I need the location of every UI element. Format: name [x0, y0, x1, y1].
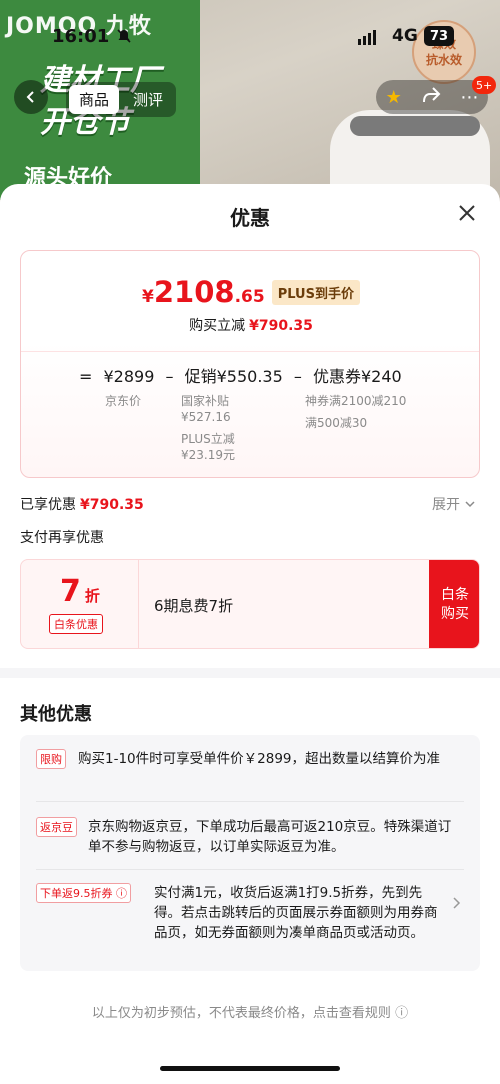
baitiao-discount-number: 7 [60, 574, 81, 609]
enjoyed-value: ¥790.35 [80, 497, 144, 513]
rules-note[interactable]: 以上仅为初步预估，不代表最终价格，点击查看规则 ⓘ [0, 1002, 500, 1021]
expand-button[interactable]: 展开 [432, 494, 476, 514]
close-icon [459, 205, 475, 221]
baitiao-offer-card[interactable]: 7折 白条优惠 6期息费7折 白条 购买 [20, 559, 480, 649]
info-icon: ⓘ [395, 1006, 409, 1021]
section-separator [0, 668, 500, 678]
divider [36, 801, 464, 802]
message-badge: 5+ [472, 76, 497, 94]
formula-equals: = [79, 367, 93, 386]
mute-bell-icon [116, 28, 132, 48]
close-button[interactable] [454, 200, 480, 226]
tab-product[interactable]: 商品 [69, 85, 120, 114]
formula-minus: – [165, 367, 174, 386]
discount-sheet: 优惠 ¥ 2108 .65 PLUS到手价 购买立减 ¥790.35 = ¥289… [0, 184, 500, 1084]
base-price-label: 京东价 [105, 394, 142, 408]
coupon-return-text: 实付满1元，收货后返满1打9.5折券，先到先得。若点击跳转后的页面展示券面额则为… [154, 885, 438, 941]
rules-note-text: 以上仅为初步预估，不代表最终价格，点击查看规则 [91, 1006, 391, 1021]
formula-coupon: 优惠券¥240 [312, 367, 402, 386]
purchase-limit-tag: 限购 [36, 749, 66, 769]
divider [36, 869, 464, 870]
instant-reduce-value: ¥790.35 [249, 318, 313, 334]
baitiao-tag: 白条优惠 [49, 614, 103, 634]
back-button[interactable] [14, 80, 48, 114]
tab-review[interactable]: 测评 [123, 85, 173, 114]
other-discounts-title: 其他优惠 [20, 704, 92, 725]
enjoyed-label: 已享优惠 [20, 497, 76, 513]
promo-detail: 国家补贴 ¥527.16 PLUS立减 ¥23.19元 [181, 393, 235, 463]
purchase-limit-text: 购买1-10件时可享受单件价￥2899，超出数量以结算价为准 [78, 751, 440, 767]
chevron-right-icon[interactable] [451, 895, 461, 914]
share-icon[interactable] [421, 86, 441, 109]
baitiao-buy-button[interactable]: 白条 购买 [429, 560, 479, 648]
battery-indicator: 73 [424, 26, 454, 46]
instant-reduce-label: 购买立减 [189, 318, 246, 334]
jingdou-text: 京东购物返京豆，下单成功后最高可返210京豆。特殊渠道订单不参与购物返豆，以订单… [88, 819, 452, 855]
enjoyed-discount: 已享优惠 ¥790.35 [20, 494, 144, 514]
divider [21, 351, 479, 352]
expand-label: 展开 [432, 497, 460, 513]
plus-price-tag: PLUS到手价 [271, 280, 360, 305]
price-currency: ¥ [142, 287, 154, 307]
baitiao-discount: 7折 [21, 574, 139, 609]
formula-base-price: ¥2899 [103, 367, 155, 386]
instant-reduce: 购买立减 ¥790.35 [21, 315, 479, 335]
status-time: 16:01 [52, 26, 110, 47]
jingdou-tag: 返京豆 [36, 817, 77, 837]
baitiao-offer-text: 6期息费7折 [154, 597, 234, 615]
price-formula: = ¥2899 – 促销¥550.35 – 优惠券¥240 [79, 363, 408, 387]
coupon-return-tag-label: 下单返9.5折券 [40, 887, 113, 900]
promo-plus-value: ¥23.19元 [181, 448, 235, 462]
network-type: 4G [392, 26, 418, 46]
payment-discount-title: 支付再享优惠 [20, 530, 104, 546]
other-discounts-list: 限购 购买1-10件时可享受单件价￥2899，超出数量以结算价为准 返京豆 京东… [20, 735, 480, 971]
baitiao-discount-unit: 折 [84, 587, 100, 605]
price-breakdown-card: ¥ 2108 .65 PLUS到手价 购买立减 ¥790.35 = ¥2899 –… [20, 250, 480, 478]
promo-subsidy-value: ¥527.16 [181, 410, 231, 424]
sheet-title: 优惠 [230, 206, 270, 230]
product-image-lid [350, 116, 480, 136]
chevron-left-icon [26, 91, 34, 103]
coupon-detail: 神券满2100减210 满500减30 [305, 393, 406, 431]
coupon-detail-2: 满500减30 [305, 416, 368, 430]
signal-icon [358, 30, 376, 45]
price-integer: 2108 [153, 275, 235, 309]
formula-minus: – [293, 367, 302, 386]
promo-subsidy-name: 国家补贴 [181, 394, 230, 408]
favorite-star-icon[interactable]: ★ [386, 87, 402, 108]
info-icon[interactable]: ⓘ [116, 887, 127, 900]
chevron-down-icon [465, 501, 475, 508]
product-tabs: 商品 测评 [66, 82, 177, 117]
home-indicator [160, 1066, 340, 1071]
promo-plus-name: PLUS立减 [181, 432, 235, 446]
formula-promo: 促销¥550.35 [184, 367, 283, 386]
coupon-detail-1: 神券满2100减210 [305, 394, 407, 408]
price-decimal: .65 [234, 287, 265, 307]
coupon-return-tag: 下单返9.5折券 ⓘ [36, 883, 131, 903]
final-price: ¥ 2108 .65 PLUS到手价 [21, 275, 479, 309]
